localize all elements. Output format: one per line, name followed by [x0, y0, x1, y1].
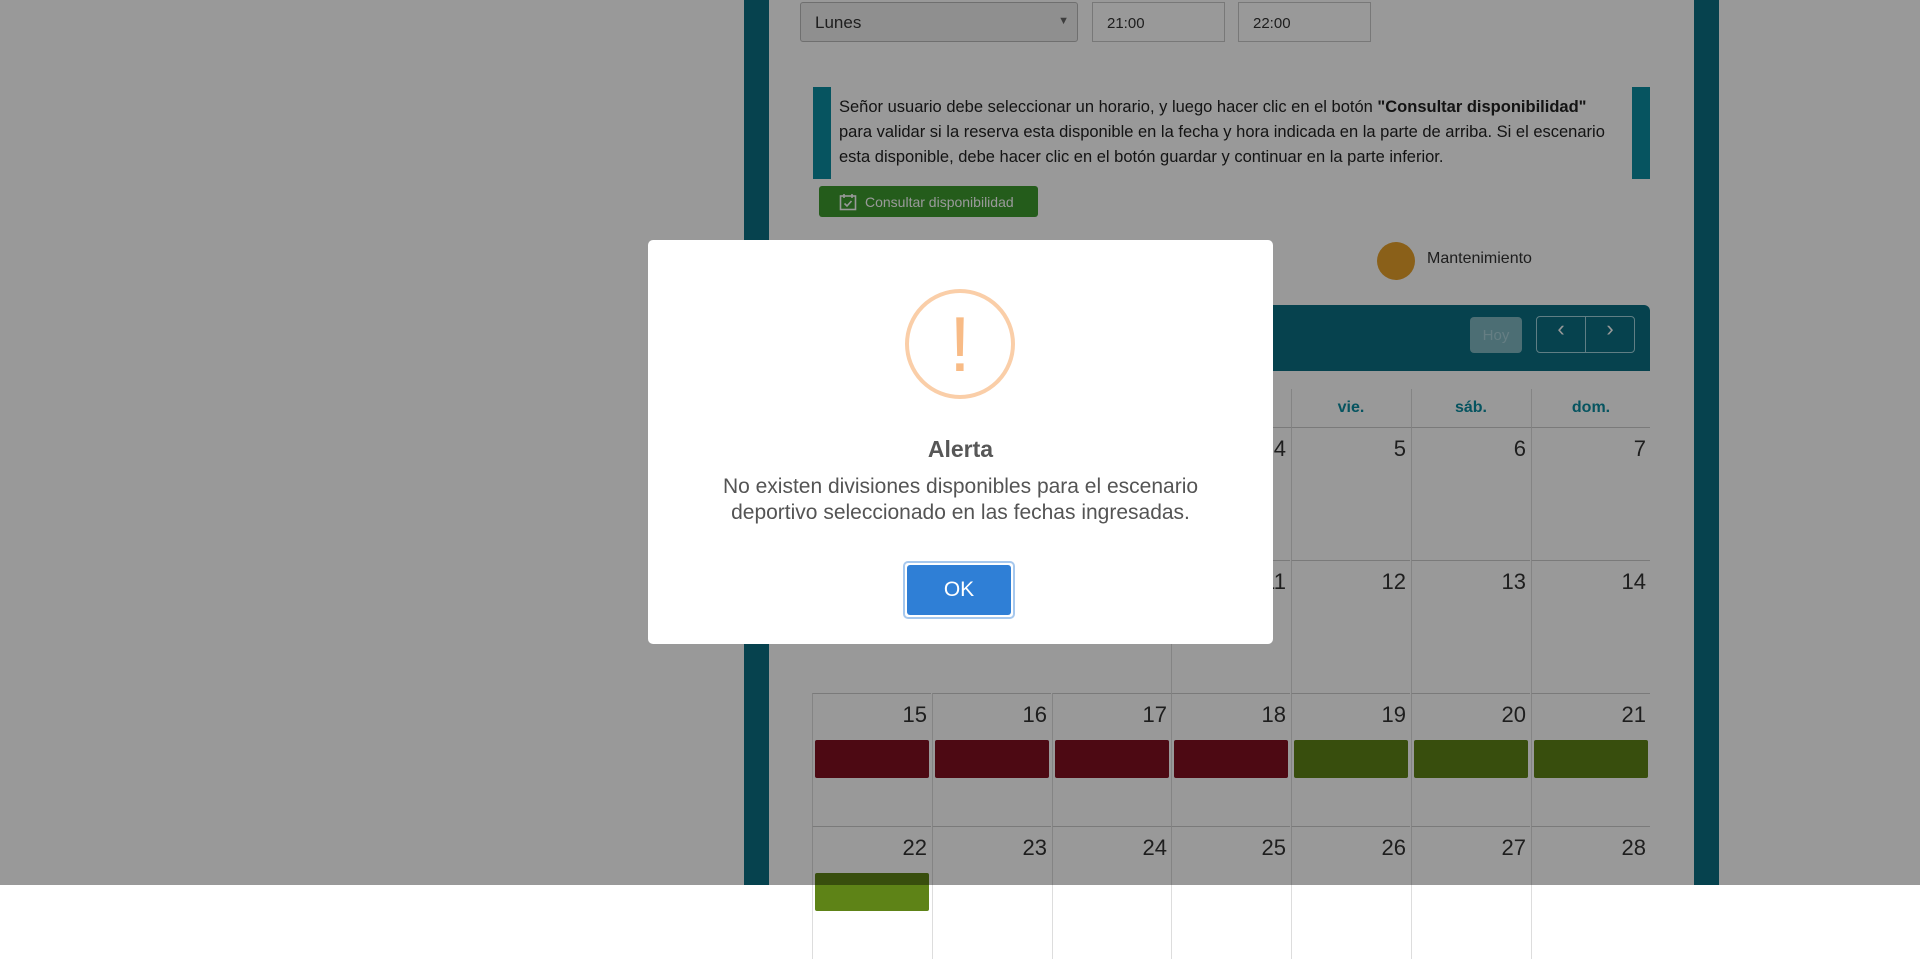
- ok-button[interactable]: OK: [903, 561, 1015, 619]
- modal-message: No existen divisiones disponibles para e…: [722, 475, 1199, 524]
- alert-modal: ! Alerta No existen divisiones disponibl…: [648, 240, 1273, 644]
- warning-icon: !: [905, 289, 1015, 399]
- ok-button-label: OK: [907, 565, 1011, 615]
- modal-title: Alerta: [927, 436, 994, 462]
